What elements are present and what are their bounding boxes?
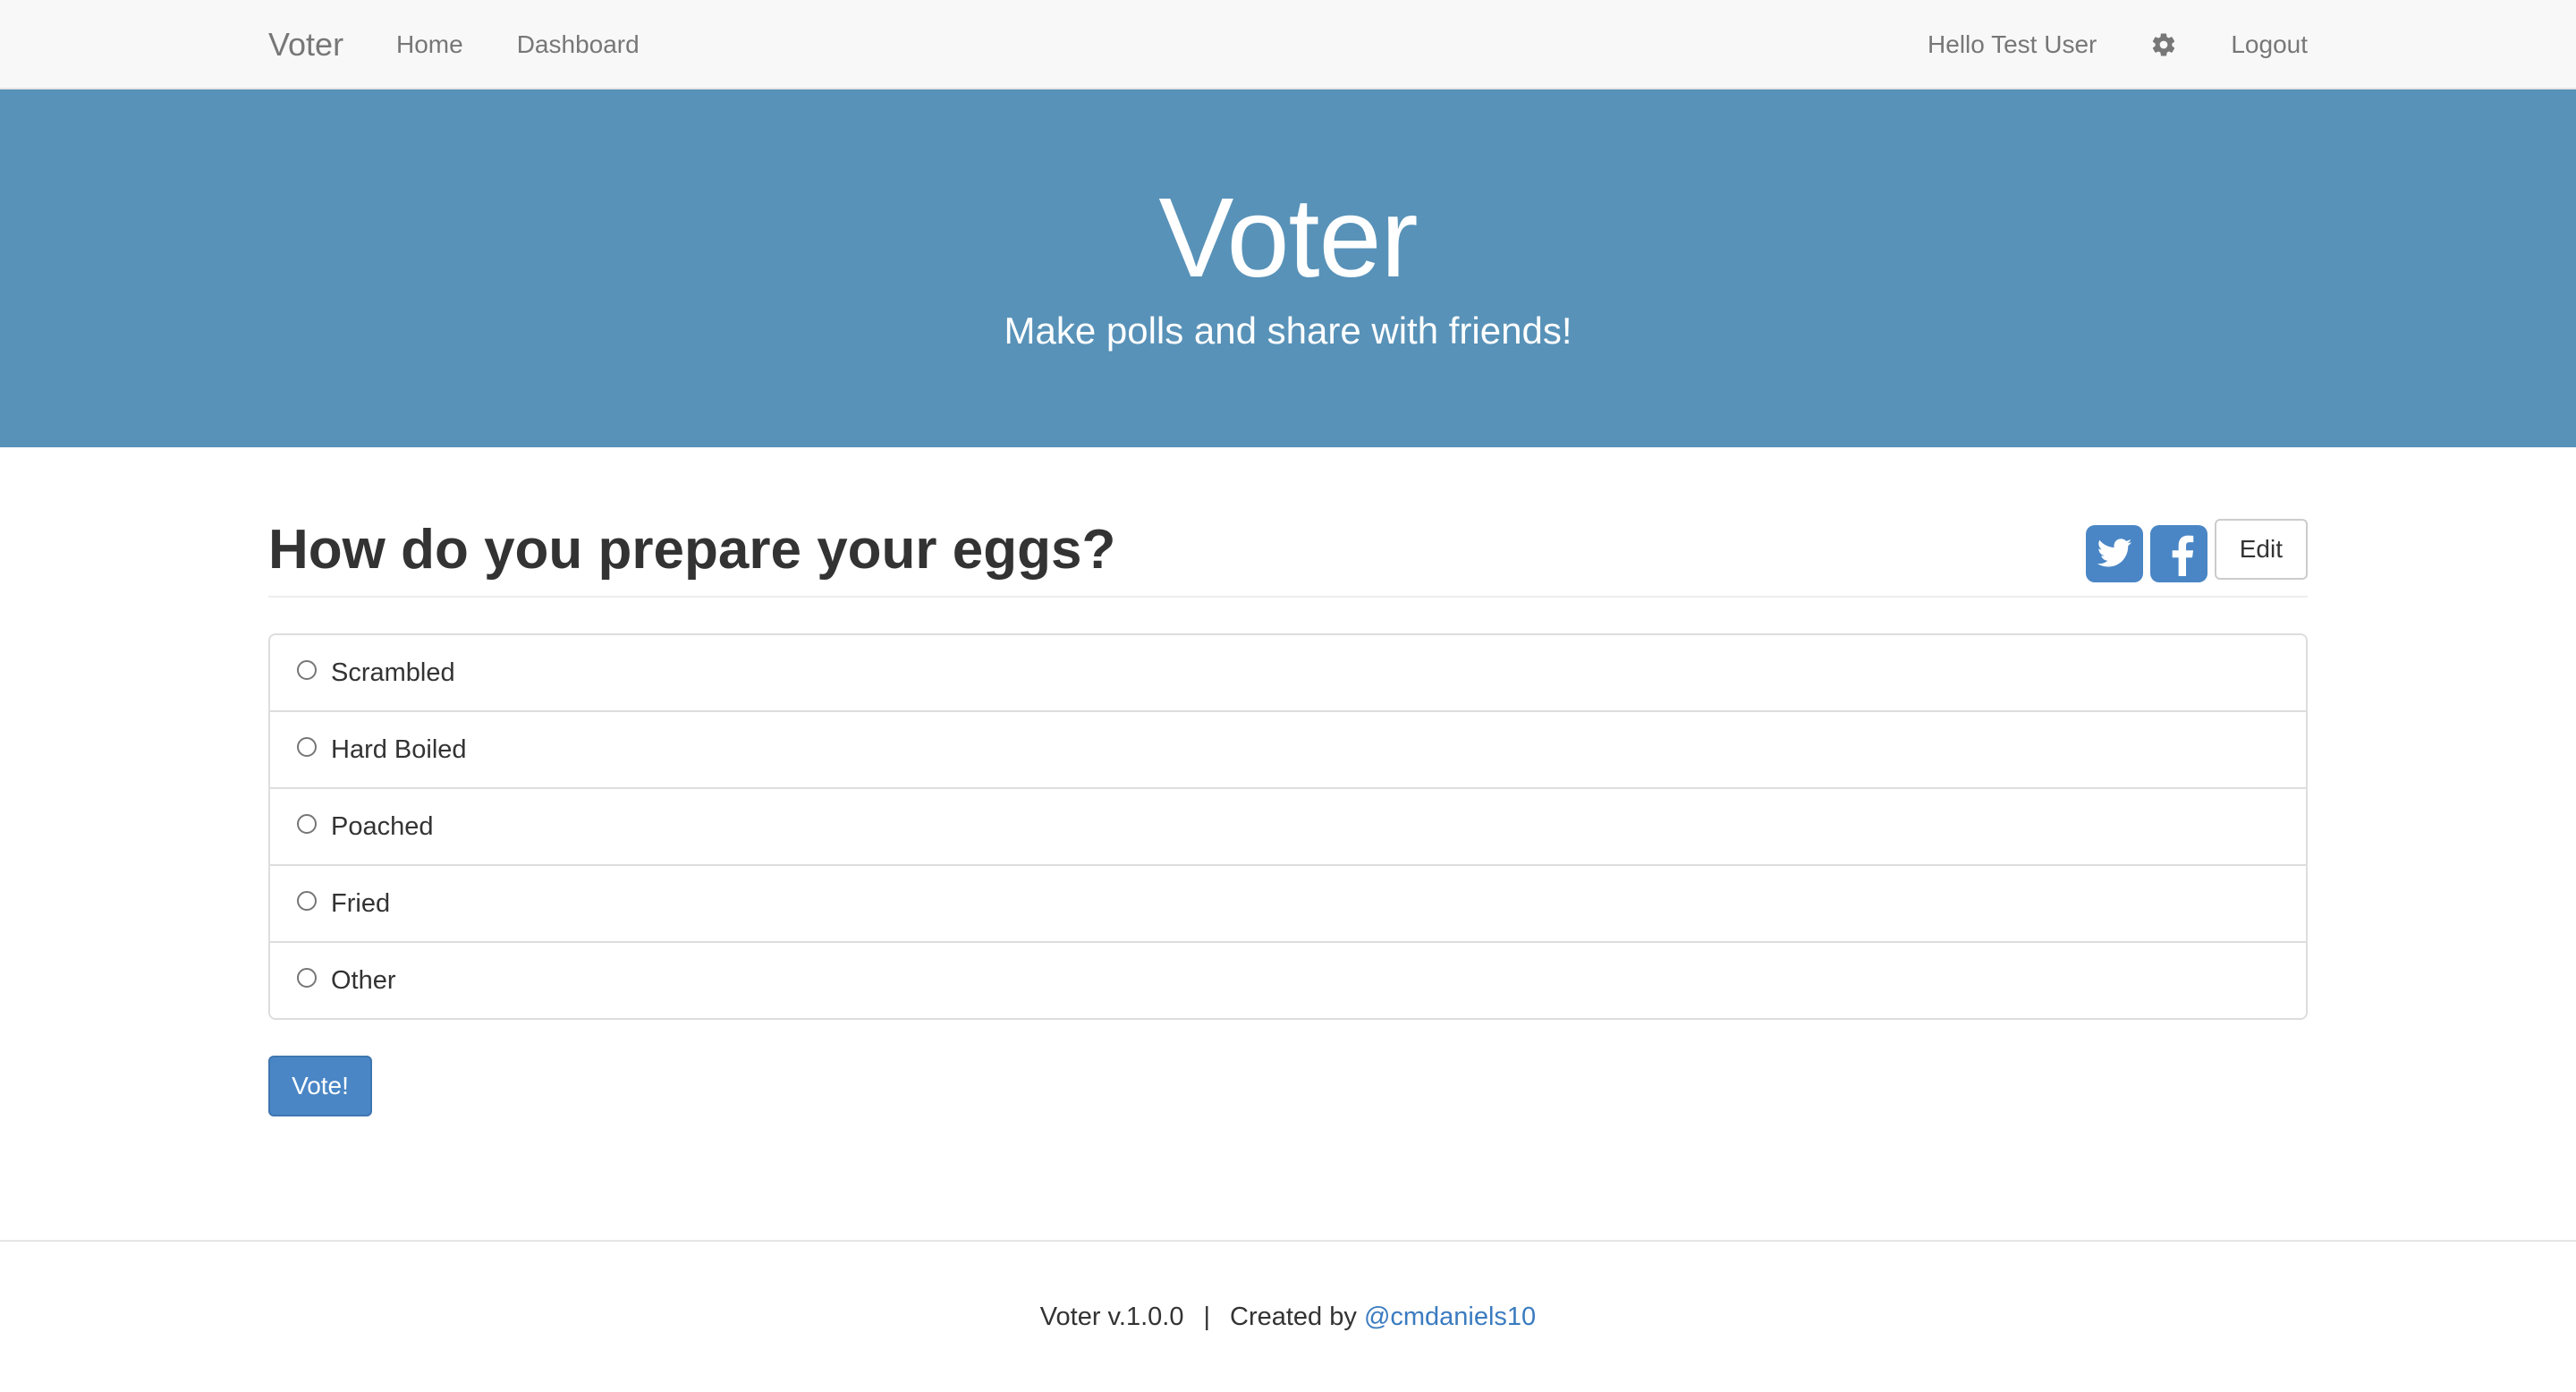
poll-header: How do you prepare your eggs? Edit [268, 505, 2308, 598]
footer-separator: | [1203, 1303, 1211, 1331]
logout-link[interactable]: Logout [2231, 0, 2308, 89]
poll-options: Scrambled Hard Boiled Poached Fried Othe… [268, 633, 2308, 1020]
facebook-icon [2172, 535, 2193, 576]
facebook-share-button[interactable] [2149, 525, 2207, 582]
navbar: Voter Home Dashboard Hello Test User Log… [0, 0, 2576, 89]
nav-link-home[interactable]: Home [396, 0, 463, 89]
navbar-inner: Voter Home Dashboard Hello Test User Log… [268, 0, 2308, 89]
option-label: Other [331, 965, 396, 995]
option-label: Poached [331, 811, 434, 841]
author-link[interactable]: @cmdaniels10 [1364, 1303, 1536, 1331]
radio-button[interactable] [297, 814, 317, 834]
poll-question: How do you prepare your eggs? [268, 519, 1116, 581]
hero-title: Voter [1158, 174, 1418, 301]
radio-button[interactable] [297, 968, 317, 988]
option-fried[interactable]: Fried [270, 866, 2306, 943]
nav-link-dashboard[interactable]: Dashboard [517, 0, 640, 89]
footer: Voter v.1.0.0 | Created by @cmdaniels10 [0, 1240, 2576, 1392]
nav-right: Hello Test User Logout [1928, 0, 2308, 89]
created-by-text: Created by [1230, 1303, 1357, 1331]
radio-button[interactable] [297, 891, 317, 911]
radio-button[interactable] [297, 737, 317, 757]
nav-links: Home Dashboard [396, 0, 640, 89]
edit-button[interactable]: Edit [2214, 519, 2308, 580]
user-greeting[interactable]: Hello Test User [1928, 0, 2097, 89]
footer-text: Voter v.1.0.0 | Created by @cmdaniels10 [0, 1299, 2576, 1335]
radio-button[interactable] [297, 660, 317, 680]
option-label: Scrambled [331, 658, 455, 687]
version-text: Voter v.1.0.0 [1039, 1303, 1184, 1331]
hero-subtitle: Make polls and share with friends! [1004, 310, 1572, 352]
jumbotron: Voter Make polls and share with friends! [0, 89, 2576, 447]
option-label: Fried [331, 888, 391, 918]
navbar-brand[interactable]: Voter [268, 0, 343, 89]
vote-button[interactable]: Vote! [268, 1056, 372, 1116]
option-other[interactable]: Other [270, 943, 2306, 1018]
twitter-share-button[interactable] [2085, 525, 2143, 582]
share-actions: Edit [2085, 519, 2308, 582]
gear-icon[interactable] [2150, 0, 2177, 89]
option-hard-boiled[interactable]: Hard Boiled [270, 712, 2306, 789]
twitter-icon [2097, 539, 2131, 567]
option-scrambled[interactable]: Scrambled [270, 635, 2306, 712]
option-poached[interactable]: Poached [270, 789, 2306, 866]
option-label: Hard Boiled [331, 734, 467, 764]
